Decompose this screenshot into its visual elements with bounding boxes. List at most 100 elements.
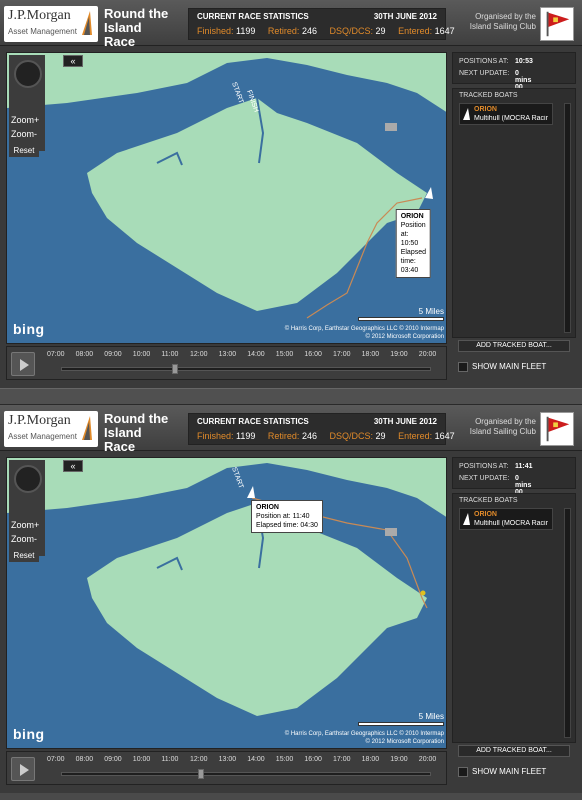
timeline: 07:00 08:00 09:00 10:00 11:00 12:00 13:00 14:00…	[6, 346, 447, 380]
club-flag-icon	[540, 412, 574, 446]
timeline-hour-label: 19:00	[390, 756, 408, 763]
tooltip-elapsed-time: Elapsed time: 03:40	[400, 249, 426, 274]
timeline-hour-label: 10:00	[132, 351, 151, 358]
club-flag-icon	[540, 7, 574, 41]
timeline-hour-label: 13:00	[218, 756, 237, 763]
sidebar: POSITIONS AT: 11:41 NEXT UPDATE:0 mins 00…	[452, 457, 576, 787]
finished-label: Finished:	[197, 431, 234, 441]
timeline-slider[interactable]	[61, 364, 431, 374]
zoom-out-button[interactable]: Zoom-	[11, 129, 37, 139]
zoom-in-button[interactable]: Zoom+	[11, 520, 39, 530]
map-scale: 5 Miles	[358, 712, 444, 726]
timeline-hour-label: 15:00	[275, 756, 294, 763]
tracked-boats-heading: TRACKED BOATS	[459, 92, 518, 99]
tracked-boat-class: Multihull (MOCRA Racir	[474, 115, 548, 122]
zoom-in-button[interactable]: Zoom+	[11, 115, 39, 125]
stats-row: Finished: 1199 Retired: 246 DSQ/DCS: 29 …	[197, 26, 465, 36]
tracked-boat-item[interactable]: ORION Multihull (MOCRA Racir	[459, 103, 553, 125]
tracked-boats-scrollbar[interactable]	[564, 508, 571, 738]
retired-label: Retired:	[267, 26, 300, 36]
pan-compass-icon[interactable]	[14, 465, 42, 493]
collapse-button[interactable]: «	[63, 460, 83, 472]
positions-at-row: POSITIONS AT: 10:53	[459, 58, 533, 65]
map-scale: 5 Miles	[358, 307, 444, 321]
collapse-button[interactable]: «	[63, 55, 83, 67]
timeline: 07:00 08:00 09:00 10:00 11:00 12:00 13:00 14:00…	[6, 751, 447, 785]
scale-label: 5 Miles	[418, 307, 444, 316]
tracked-boat-name: ORION	[474, 511, 497, 518]
tooltip-position-time: Position at: 11:40	[256, 513, 310, 520]
positions-at-row: POSITIONS AT: 11:41	[459, 463, 533, 470]
boat-tooltip: ORION Position at: 11:40 Elapsed time: 0…	[251, 500, 323, 533]
show-fleet-label: SHOW MAIN FLEET	[472, 362, 547, 372]
play-button[interactable]	[11, 352, 35, 376]
tooltip-position-time: Position at: 10:50	[400, 222, 426, 247]
entered-label: Entered:	[398, 26, 433, 36]
zoom-out-button[interactable]: Zoom-	[11, 534, 37, 544]
race-map[interactable]: START Zoom+ Zoom- Reset « ORION Position…	[6, 457, 447, 749]
copyright-line-2: © 2012 Microsoft Corporation	[365, 739, 444, 745]
pan-compass-icon[interactable]	[14, 60, 42, 88]
show-fleet-checkbox[interactable]	[458, 767, 468, 777]
timeline-hour-label: 11:00	[161, 351, 179, 358]
timeline-hour-label: 19:00	[390, 351, 408, 358]
company-name: J.P.Morgan	[8, 413, 71, 428]
dsq-label: DSQ/DCS:	[329, 431, 374, 441]
map-navigation: Zoom+ Zoom-	[9, 55, 45, 151]
stats-heading: CURRENT RACE STATISTICS	[197, 12, 309, 21]
retired-count: 246	[301, 431, 317, 441]
isle-of-wight-map: START	[7, 458, 446, 716]
add-tracked-boat-button[interactable]: ADD TRACKED BOAT...	[458, 745, 570, 757]
race-title: Round the Island Race	[104, 6, 169, 49]
header: J.P.Morgan Asset Management Round the Is…	[0, 405, 582, 454]
timeline-hour-label: 08:00	[75, 351, 94, 358]
timeline-hour-label: 17:00	[333, 756, 351, 763]
show-fleet-label: SHOW MAIN FLEET	[472, 767, 547, 777]
show-fleet-checkbox[interactable]	[458, 362, 468, 372]
next-update-row: NEXT UPDATE:0 mins 00 secs	[459, 70, 531, 98]
timeline-hour-label: 11:00	[161, 756, 179, 763]
reset-button[interactable]: Reset	[9, 145, 39, 157]
tracked-boat-item[interactable]: ORION Multihull (MOCRA Racir	[459, 508, 553, 530]
tracked-boats-scrollbar[interactable]	[564, 103, 571, 333]
tracked-boat-class: Multihull (MOCRA Racir	[474, 520, 548, 527]
show-main-fleet-toggle[interactable]: SHOW MAIN FLEET	[458, 362, 546, 372]
timeline-hour-label: 09:00	[104, 756, 122, 763]
play-button[interactable]	[11, 757, 35, 781]
scale-bar	[358, 317, 444, 321]
map-copyright: © Harris Corp, Earthstar Geographics LLC…	[285, 730, 444, 746]
timeline-thumb[interactable]	[198, 769, 205, 779]
scale-bar	[358, 722, 444, 726]
timeline-hour-label: 20:00	[418, 351, 437, 358]
positions-box: POSITIONS AT: 10:53 NEXT UPDATE:0 mins 00…	[452, 52, 576, 98]
race-map[interactable]: START FINISH Zoom+ Zoom- Reset « ORION P…	[6, 52, 447, 344]
division-name: Asset Management	[8, 432, 77, 441]
dsq-count: 29	[375, 431, 386, 441]
copyright-line-2: © 2012 Microsoft Corporation	[365, 334, 444, 340]
finished-count: 1199	[236, 431, 256, 441]
timeline-hour-label: 09:00	[104, 351, 122, 358]
organiser-text: Organised by the Island Sailing Club	[469, 417, 536, 436]
race-date: 30TH JUNE 2012	[373, 12, 437, 21]
tooltip-boat-name: ORION	[256, 504, 279, 511]
dsq-label: DSQ/DCS:	[329, 26, 374, 36]
tracked-boats-panel: TRACKED BOATS ORION Multihull (MOCRA Rac…	[452, 88, 576, 338]
show-main-fleet-toggle[interactable]: SHOW MAIN FLEET	[458, 767, 546, 777]
timeline-hour-label: 08:00	[75, 756, 94, 763]
tracked-boats-heading: TRACKED BOATS	[459, 497, 518, 504]
jpmorgan-logo: J.P.Morgan Asset Management	[4, 411, 98, 447]
race-statistics: CURRENT RACE STATISTICS 30TH JUNE 2012 F…	[188, 413, 455, 445]
timeline-hour-label: 15:00	[275, 351, 294, 358]
boat-tooltip: ORION Position at: 10:50 Elapsed time: 0…	[395, 209, 431, 278]
reset-button[interactable]: Reset	[9, 550, 39, 562]
boat-marker-icon	[247, 486, 255, 498]
timeline-slider[interactable]	[61, 769, 431, 779]
start-line-label: START	[230, 81, 244, 105]
race-tracker-frame-2: J.P.Morgan Asset Management Round the Is…	[0, 405, 582, 793]
bing-logo: bing	[13, 321, 45, 337]
timeline-hour-label: 07:00	[47, 351, 65, 358]
timeline-thumb[interactable]	[172, 364, 179, 374]
copyright-line-1: © Harris Corp, Earthstar Geographics LLC…	[284, 731, 444, 737]
isle-of-wight-map: START FINISH	[7, 53, 446, 319]
add-tracked-boat-button[interactable]: ADD TRACKED BOAT...	[458, 340, 570, 352]
